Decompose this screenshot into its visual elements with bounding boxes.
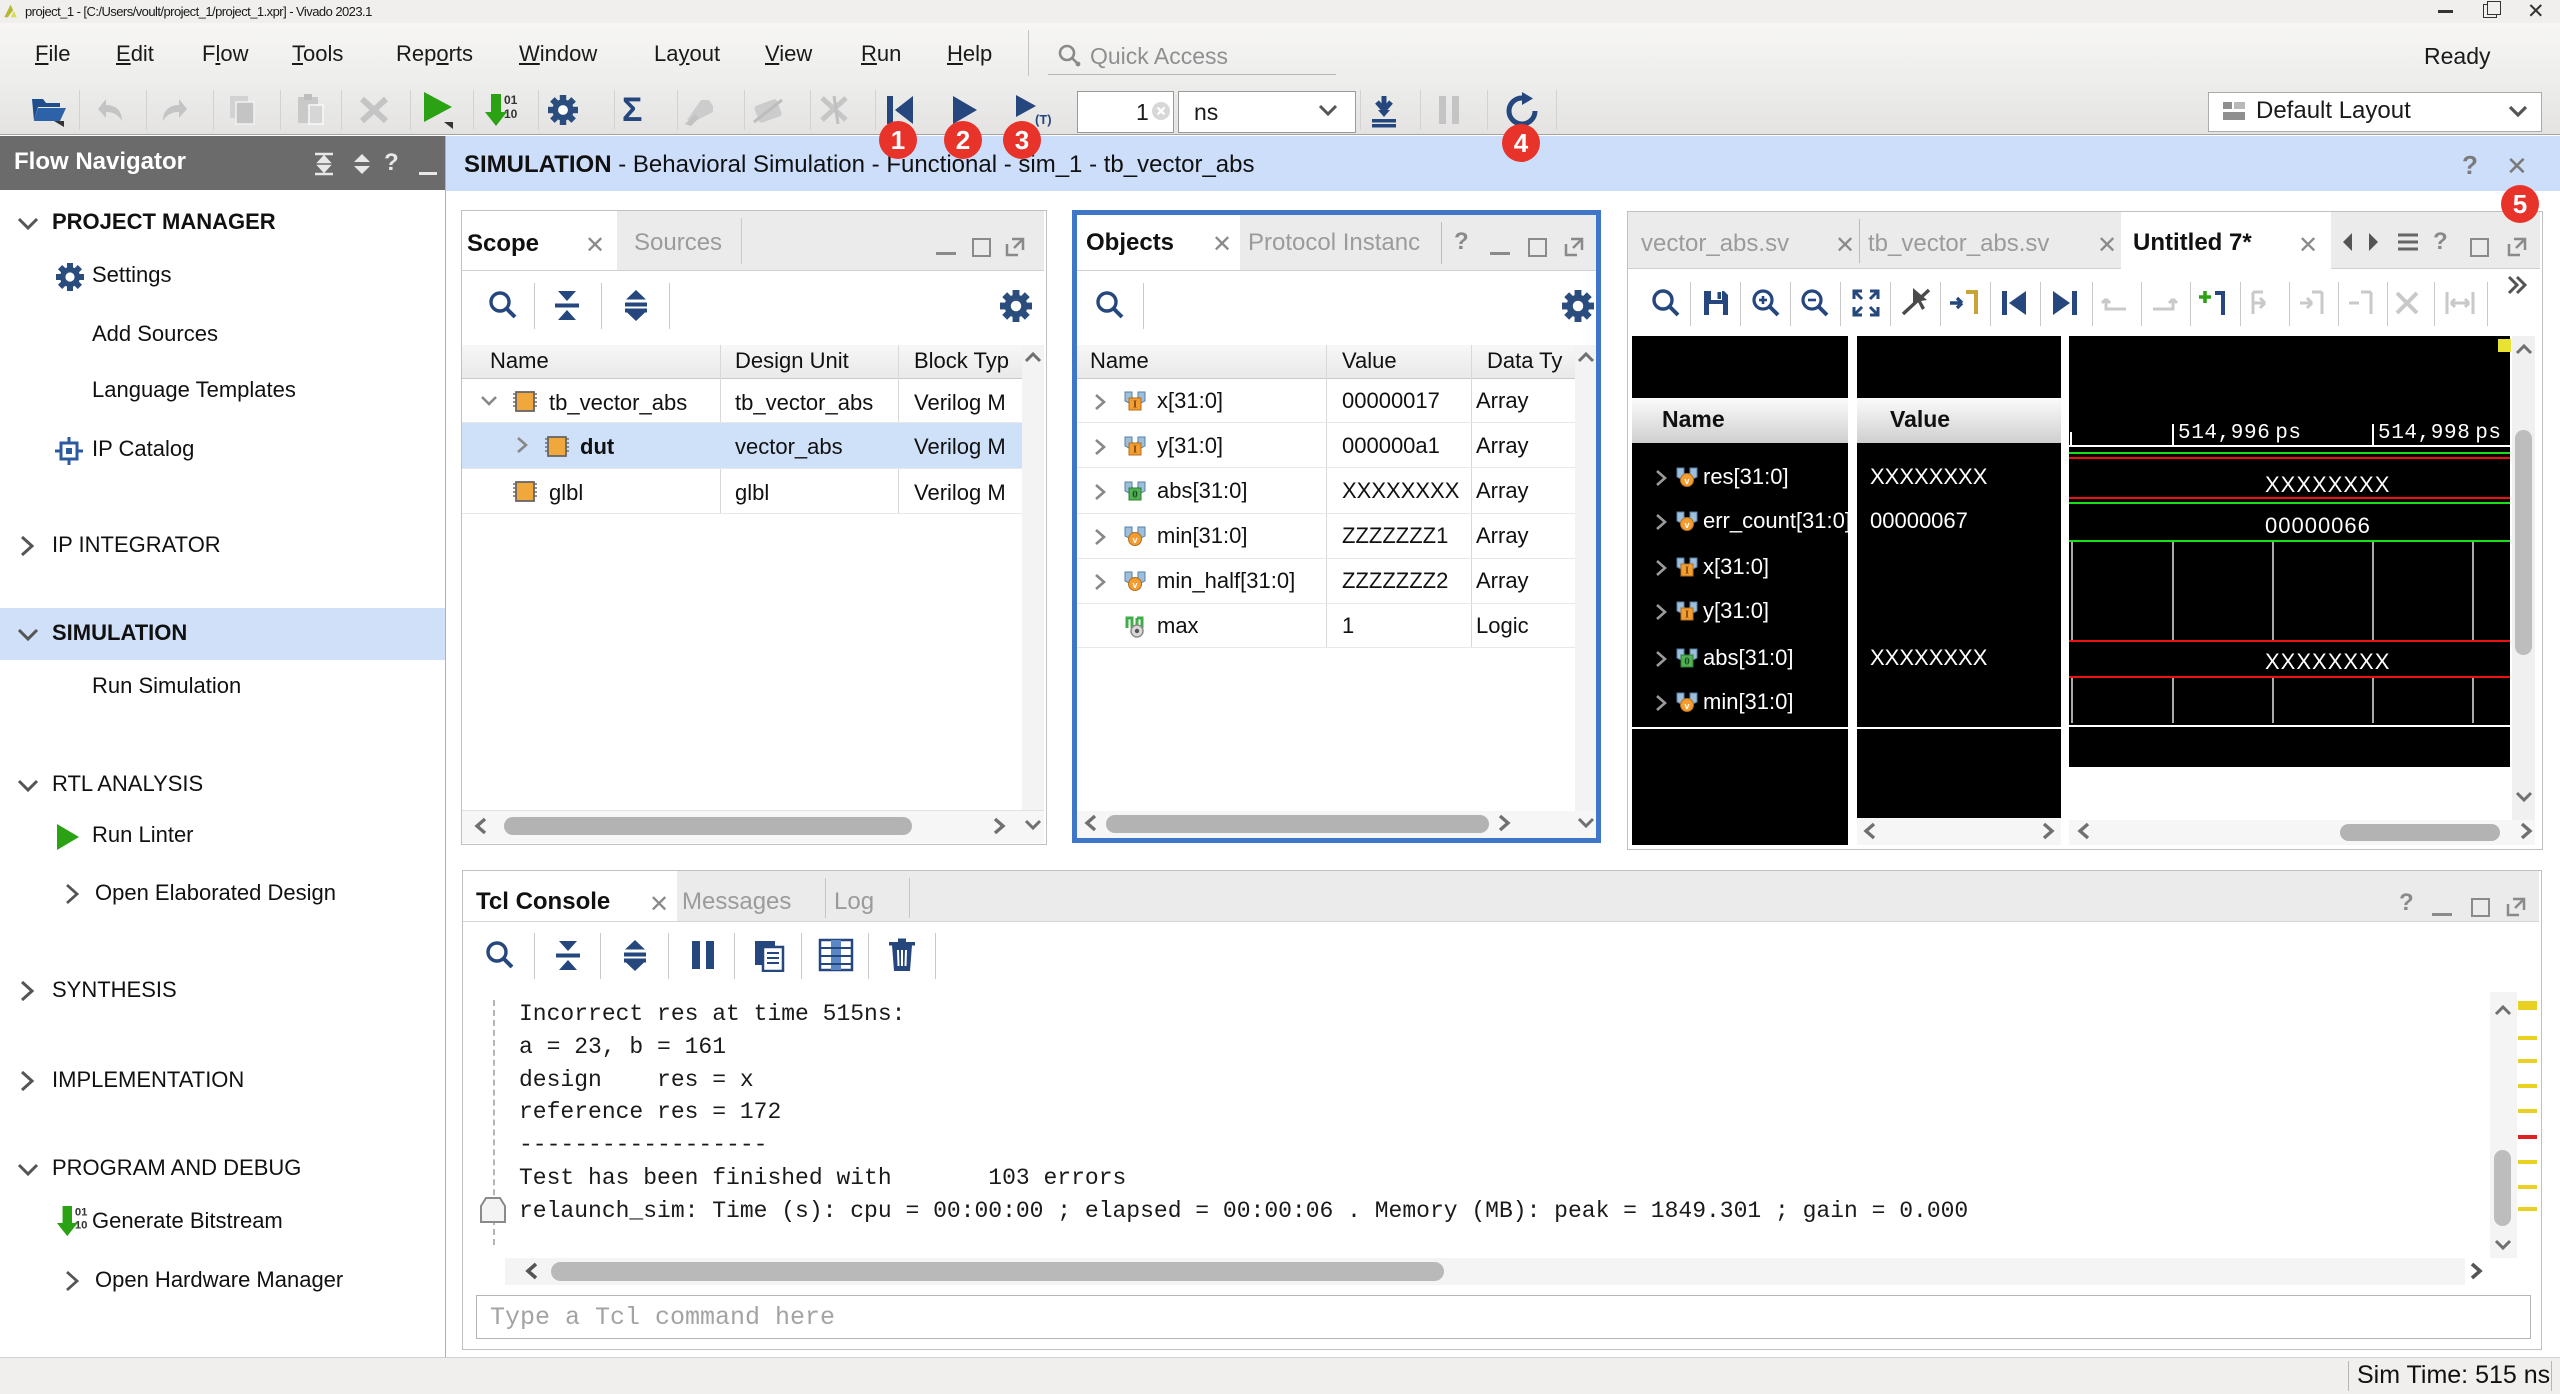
svg-text:10: 10 [75,1220,88,1232]
svg-text:01: 01 [504,93,518,107]
svg-text:01: 01 [75,1206,88,1218]
svg-text:(T): (T) [1035,112,1052,127]
svg-text:10: 10 [504,107,518,121]
